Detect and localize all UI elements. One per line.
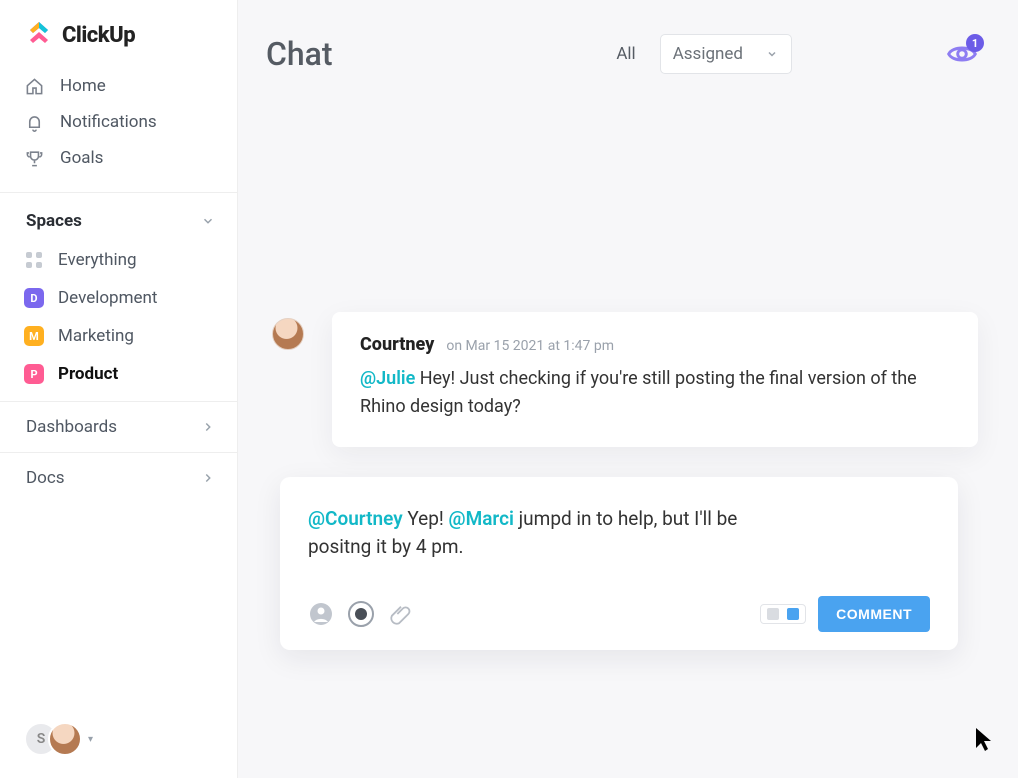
record-icon[interactable] — [348, 601, 374, 627]
toggle-option-icon — [787, 608, 799, 620]
filter-all[interactable]: All — [616, 44, 635, 64]
nav-label: Notifications — [60, 112, 157, 132]
assignee-icon[interactable] — [308, 601, 334, 627]
home-icon — [24, 76, 44, 96]
chat-header: Chat All Assigned 1 — [238, 0, 1018, 82]
assigned-dropdown[interactable]: Assigned — [660, 34, 792, 74]
space-development[interactable]: D Development — [0, 279, 237, 317]
space-badge-icon: P — [24, 364, 44, 384]
sidebar-docs[interactable]: Docs — [0, 452, 237, 503]
spaces-list: Everything D Development M Marketing P P… — [0, 241, 237, 401]
space-badge-icon: D — [24, 288, 44, 308]
space-label: Product — [58, 364, 118, 384]
primary-nav: Home Notifications Goals — [0, 66, 237, 186]
composer-text-part: Yep! — [403, 507, 449, 530]
message-author-avatar[interactable] — [272, 318, 304, 350]
comment-composer[interactable]: @Courtney Yep! @Marci jumpd in to help, … — [280, 477, 958, 650]
chat-thread: Courtney on Mar 15 2021 at 1:47 pm @Juli… — [238, 82, 1018, 778]
page-title: Chat — [266, 35, 333, 73]
space-label: Development — [58, 288, 157, 308]
user-switcher[interactable]: S ▾ — [24, 722, 93, 756]
space-badge-icon: M — [24, 326, 44, 346]
message-body: @Julie Hey! Just checking if you're stil… — [360, 365, 950, 421]
mention[interactable]: @Marci — [449, 507, 514, 530]
message-author: Courtney — [360, 334, 434, 355]
comment-button[interactable]: COMMENT — [818, 596, 930, 632]
chevron-down-icon: ▾ — [88, 734, 93, 745]
space-label: Everything — [58, 250, 137, 270]
watchers-count: 1 — [966, 34, 984, 52]
toggle-option-icon — [767, 608, 779, 620]
space-product[interactable]: P Product — [0, 355, 237, 393]
chevron-down-icon — [201, 214, 215, 228]
sidebar-dashboards[interactable]: Dashboards — [0, 401, 237, 452]
mention[interactable]: @Courtney — [308, 507, 403, 530]
nav-notifications[interactable]: Notifications — [0, 104, 237, 140]
sidebar-footer: S ▾ — [0, 708, 237, 778]
nav-label: Home — [60, 76, 106, 96]
chevron-right-icon — [201, 420, 215, 434]
clickup-logo-icon — [26, 22, 52, 48]
sidebar: ClickUp Home Notifications Goals Spaces — [0, 0, 238, 778]
nav-home[interactable]: Home — [0, 68, 237, 104]
sidebar-section-label: Docs — [26, 468, 65, 488]
space-marketing[interactable]: M Marketing — [0, 317, 237, 355]
space-everything[interactable]: Everything — [0, 241, 237, 279]
chevron-right-icon — [201, 471, 215, 485]
privacy-toggle[interactable] — [760, 604, 806, 624]
chat-message: Courtney on Mar 15 2021 at 1:47 pm @Juli… — [332, 312, 978, 447]
chevron-down-icon — [765, 47, 779, 61]
watchers-button[interactable]: 1 — [946, 42, 978, 66]
brand-name: ClickUp — [62, 23, 135, 48]
attachment-icon[interactable] — [388, 601, 414, 627]
brand-logo[interactable]: ClickUp — [0, 0, 237, 66]
composer-toolbar: COMMENT — [308, 596, 930, 632]
grid-icon — [24, 250, 44, 270]
nav-label: Goals — [60, 148, 103, 168]
composer-text[interactable]: @Courtney Yep! @Marci jumpd in to help, … — [308, 505, 778, 562]
main-content: Chat All Assigned 1 Courtney on Mar 15 2… — [238, 0, 1018, 778]
spaces-header[interactable]: Spaces — [0, 193, 237, 241]
trophy-icon — [24, 148, 44, 168]
message-timestamp: on Mar 15 2021 at 1:47 pm — [446, 338, 614, 354]
space-label: Marketing — [58, 326, 134, 346]
bell-icon — [24, 112, 44, 132]
nav-goals[interactable]: Goals — [0, 140, 237, 176]
sidebar-section-label: Dashboards — [26, 417, 117, 437]
assigned-label: Assigned — [673, 44, 743, 64]
spaces-header-label: Spaces — [26, 211, 82, 231]
user-avatar — [48, 722, 82, 756]
message-text: Hey! Just checking if you're still posti… — [360, 368, 917, 417]
mention[interactable]: @Julie — [360, 368, 415, 389]
